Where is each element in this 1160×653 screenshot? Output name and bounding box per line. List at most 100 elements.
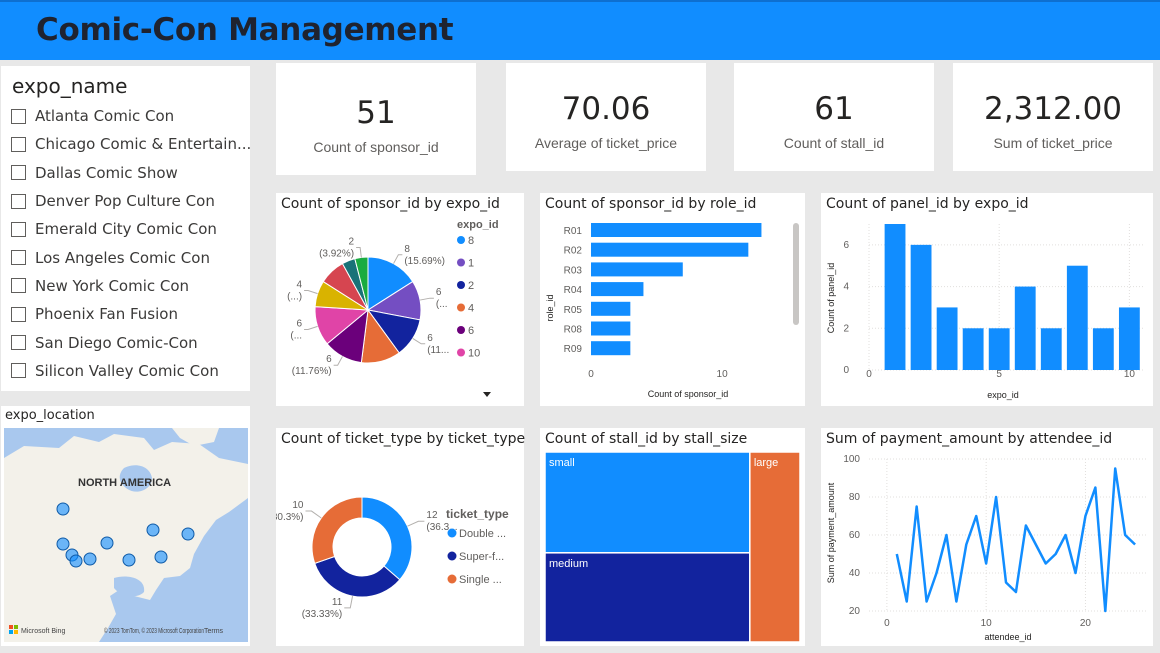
y-axis-title: role_id	[545, 294, 555, 321]
y-tick-label: R08	[564, 325, 583, 336]
treemap-tile[interactable]	[749, 451, 801, 643]
legend-item[interactable]: 10	[468, 348, 480, 360]
bar[interactable]	[1092, 328, 1114, 370]
map-point[interactable]	[100, 536, 114, 550]
slicer-item-label: Chicago Comic & Entertain...	[35, 135, 252, 154]
slicer-item[interactable]: San Diego Comic-Con	[11, 328, 251, 356]
pie-leader-line	[333, 356, 343, 366]
bar[interactable]	[936, 307, 958, 370]
legend-item[interactable]: 4	[468, 303, 474, 315]
map-point[interactable]	[154, 550, 168, 564]
checkbox[interactable]	[11, 335, 26, 351]
slicer-item[interactable]: Phoenix Fan Fusion	[11, 300, 251, 328]
y-tick-label: R05	[564, 305, 583, 316]
checkbox[interactable]	[11, 165, 26, 181]
bar[interactable]	[1066, 265, 1088, 370]
slicer-item[interactable]: New York Comic Con	[11, 272, 251, 300]
slicer-item[interactable]: Chicago Comic & Entertain...	[11, 130, 251, 158]
kpi-value: 51	[356, 95, 396, 131]
checkbox[interactable]	[11, 306, 26, 322]
bar[interactable]	[988, 328, 1010, 370]
bar[interactable]	[1014, 286, 1036, 370]
y-tick-label: 0	[843, 365, 849, 376]
legend-item[interactable]: Double ...	[459, 528, 506, 540]
pie-data-label: 2	[349, 236, 355, 247]
line-series[interactable]	[895, 467, 1136, 613]
map-point[interactable]	[146, 523, 160, 537]
x-tick-label: 0	[588, 369, 594, 380]
pie-data-percent: (15.69%)	[404, 256, 445, 267]
pie-svg[interactable]: 8(15.69%)6(...6(11...6(11.76%)6(...4(...…	[276, 213, 524, 405]
map-point[interactable]	[83, 552, 97, 566]
checkbox[interactable]	[11, 278, 26, 294]
map-point[interactable]	[122, 553, 136, 567]
map-point[interactable]	[69, 554, 83, 568]
scrollbar[interactable]	[793, 223, 799, 325]
slicer-item[interactable]: Silicon Valley Comic Con	[11, 357, 251, 385]
y-tick-label: 2	[843, 323, 849, 334]
expo-location-map: expo_location NORTH AMERICA Microsoft Bi…	[1, 406, 250, 646]
x-tick-label: 0	[884, 618, 890, 629]
legend-item[interactable]: 1	[468, 258, 474, 270]
bar[interactable]	[591, 282, 644, 297]
column-svg[interactable]: Count of panel_id 0 2 4 6 0 5 10 expo_id	[821, 213, 1153, 405]
legend-item[interactable]: Super-f...	[459, 551, 504, 563]
checkbox[interactable]	[11, 363, 26, 379]
line-svg[interactable]: Sum of payment_amount 20 40 60 80 100 0 10 20 att…	[821, 448, 1153, 644]
sponsor-by-expo-pie-chart: Count of sponsor_id by expo_id 8 (15.69%)…	[276, 193, 524, 406]
kpi-value: 70.06	[561, 91, 651, 127]
treemap-svg[interactable]: small medium large	[540, 448, 805, 644]
slicer-item[interactable]: Los Angeles Comic Con	[11, 243, 251, 271]
legend-item[interactable]: 2	[468, 280, 474, 292]
legend-item[interactable]: Single ...	[459, 574, 502, 586]
x-tick-label: 10	[1124, 369, 1136, 380]
slicer-item[interactable]: Emerald City Comic Con	[11, 215, 251, 243]
pie-data-label: 8	[404, 244, 410, 255]
treemap-tile[interactable]	[544, 451, 751, 554]
bar[interactable]	[1040, 328, 1062, 370]
map-point[interactable]	[56, 537, 70, 551]
map-point[interactable]	[181, 527, 195, 541]
kpi-card-stall-count: 61 Count of stall_id	[734, 63, 934, 171]
checkbox[interactable]	[11, 136, 26, 152]
donut-svg[interactable]: 12(36.3...11(33.33%)10(30.3%)ticket_type…	[276, 448, 524, 644]
bar[interactable]	[591, 341, 631, 356]
pie-data-label: 6	[436, 287, 442, 298]
map-point[interactable]	[56, 502, 70, 516]
bar[interactable]	[591, 223, 762, 237]
donut-data-percent: (33.33%)	[302, 609, 343, 620]
bar[interactable]	[591, 262, 683, 277]
bar[interactable]	[962, 328, 984, 370]
slicer-item[interactable]: Atlanta Comic Con	[11, 102, 251, 130]
map-terms-link[interactable]: Terms	[204, 628, 224, 635]
legend-scroll-down-icon[interactable]	[483, 392, 491, 397]
bar[interactable]	[591, 301, 631, 316]
donut-slice[interactable]	[311, 496, 363, 564]
legend-marker	[447, 551, 457, 561]
checkbox[interactable]	[11, 108, 26, 124]
legend-item[interactable]: 6	[468, 325, 474, 337]
bar[interactable]	[910, 244, 932, 370]
slicer-item-label: Emerald City Comic Con	[35, 220, 217, 239]
bar[interactable]	[591, 242, 749, 257]
donut-leader-line	[344, 596, 354, 609]
legend-marker	[457, 258, 465, 267]
x-tick-label: 5	[996, 369, 1002, 380]
checkbox[interactable]	[11, 221, 26, 237]
y-tick-label: 40	[849, 568, 861, 579]
bar[interactable]	[884, 224, 906, 370]
checkbox[interactable]	[11, 193, 26, 209]
legend-title: expo_id	[457, 219, 499, 231]
slicer-item[interactable]: Denver Pop Culture Con	[11, 187, 251, 215]
hbar-svg[interactable]: role_id R01 R02 R03 R04 R05 R08 R09 0 10 Count of …	[540, 213, 805, 405]
slicer-item[interactable]: Dallas Comic Show	[11, 159, 251, 187]
map-canvas[interactable]: NORTH AMERICA Microsoft Bing © 2023 TomT…	[4, 428, 248, 642]
checkbox[interactable]	[11, 250, 26, 266]
slicer-title: expo_name	[12, 74, 128, 98]
legend-item[interactable]: 8	[468, 235, 474, 247]
donut-slice[interactable]	[361, 496, 413, 581]
slicer-item-label: Atlanta Comic Con	[35, 107, 175, 126]
bar[interactable]	[1118, 307, 1140, 370]
bar[interactable]	[591, 321, 631, 336]
slicer-list: Atlanta Comic Con Chicago Comic & Entert…	[11, 102, 251, 385]
